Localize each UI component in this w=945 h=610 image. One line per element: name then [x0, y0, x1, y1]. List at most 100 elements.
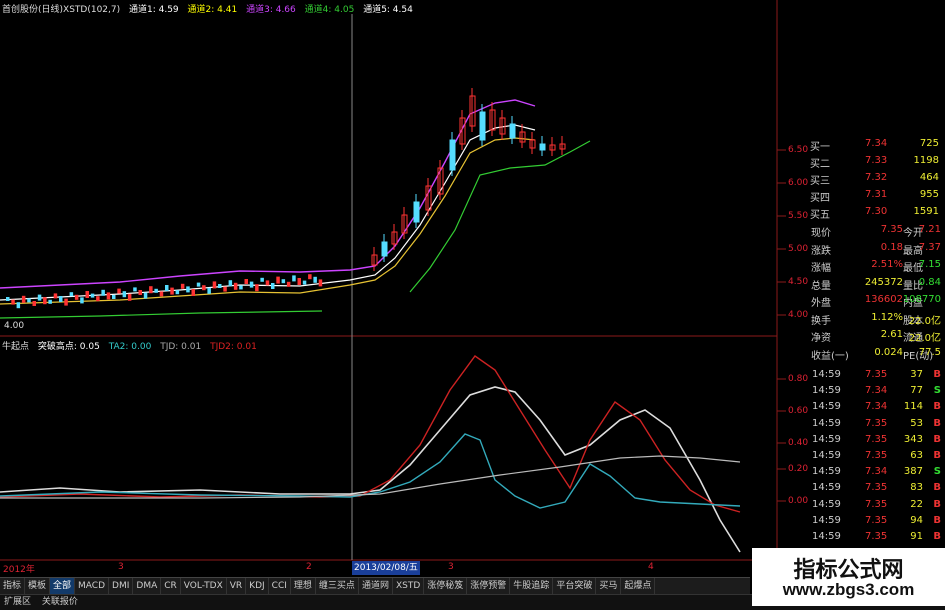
buy-level-row: 买三 7.32 464: [777, 172, 945, 188]
date-label: 3: [118, 562, 124, 572]
indicator-tab[interactable]: 模板: [25, 578, 51, 594]
tick-volume: 83: [910, 482, 923, 494]
indicator-tab[interactable]: CCI: [269, 578, 291, 594]
candle: [276, 276, 280, 284]
indicator-tab[interactable]: 牛股追踪: [510, 578, 554, 594]
candle: [271, 283, 275, 289]
indicator-tab[interactable]: VR: [227, 578, 247, 594]
quote-label: 外盘: [811, 298, 831, 309]
indicator-tab[interactable]: CR: [161, 578, 181, 594]
tick-time: 14:59: [812, 482, 841, 494]
candle: [260, 277, 264, 282]
tick-side: B: [933, 401, 941, 413]
tick-price: 7.35: [865, 433, 888, 445]
candle: [53, 293, 58, 299]
tick-row: 14:59 7.35 94 B: [777, 515, 945, 531]
quote-value: 7.35: [880, 224, 903, 235]
indicator-tab[interactable]: 涨停预警: [467, 578, 511, 594]
tick-side: B: [933, 482, 941, 494]
quote-value: 77.5: [918, 346, 941, 358]
quote-value: 7.21: [918, 224, 941, 235]
candle: [27, 298, 31, 303]
tab-related-quotes[interactable]: 关联报价: [38, 595, 82, 610]
candle: [186, 286, 190, 293]
tick-price: 7.35: [865, 482, 888, 494]
tick-price: 7.35: [865, 450, 888, 461]
tick-side: B: [933, 369, 941, 380]
candle: [265, 280, 270, 286]
candle: [228, 280, 233, 287]
candle: [191, 289, 195, 296]
indicator-tab[interactable]: MACD: [75, 578, 110, 594]
quote-row: 现价 7.35 今开 7.21: [777, 224, 945, 241]
quote-label: 涨幅: [811, 263, 831, 274]
quote-value: 7.37: [918, 241, 941, 253]
quote-label: 现价: [811, 228, 831, 239]
tick-price: 7.35: [865, 514, 888, 526]
buy-level-row: 买五 7.30 1591: [777, 206, 945, 222]
tick-side: B: [933, 417, 941, 429]
date-label: 2: [306, 562, 312, 572]
candle: [539, 143, 546, 151]
channel4-line-rising: [409, 140, 591, 293]
tick-time: 14:59: [812, 466, 841, 478]
indicator-tab[interactable]: 全部: [50, 578, 76, 594]
buy-level-volume: 955: [919, 189, 939, 200]
tick-row: 14:59 7.35 91 B: [777, 531, 945, 547]
tick-row: 14:59 7.34 114 B: [777, 401, 945, 417]
indicator-tab[interactable]: DMA: [133, 578, 162, 594]
indicator-tab[interactable]: 缠三买点: [316, 578, 359, 594]
indicator-tab[interactable]: 指标: [0, 578, 26, 594]
quote-label: 换手: [811, 315, 831, 327]
candle: [180, 283, 185, 289]
tick-row: 14:59 7.34 77 S: [777, 385, 945, 401]
candle: [239, 285, 243, 290]
indicator-tab[interactable]: 起爆点: [621, 578, 656, 594]
buy-level-row: 买四 7.31 955: [777, 189, 945, 205]
indicator-tab[interactable]: 通道网: [359, 578, 393, 594]
candle: [143, 292, 148, 299]
channel3-line: [0, 99, 536, 289]
candle: [64, 298, 68, 306]
buy-level-price: 7.34: [865, 138, 888, 149]
date-label: 2012年: [3, 565, 35, 575]
quote-value: 0.024: [874, 346, 903, 358]
candle: [69, 292, 74, 297]
tab-extension-area[interactable]: 扩展区: [0, 595, 35, 610]
tick-time: 14:59: [812, 514, 841, 526]
indicator-tab[interactable]: 平台突破: [553, 578, 597, 594]
candle: [6, 297, 10, 301]
candle: [59, 296, 63, 302]
tick-volume: 114: [903, 401, 923, 413]
candle: [106, 292, 111, 300]
tick-volume: 22: [910, 498, 923, 510]
quote-value: 0.18: [880, 241, 903, 253]
candle: [302, 280, 307, 285]
candle: [313, 276, 317, 283]
quote-row: 净资 2.61 流通 22.0亿: [777, 329, 945, 346]
quote-row: 涨幅 2.51% 最低 7.15: [777, 259, 945, 276]
quote-label: 涨跌: [811, 245, 831, 257]
candle: [117, 288, 121, 294]
quote-label: 总量: [811, 280, 831, 292]
indicator-tab[interactable]: VOL-TDX: [181, 578, 227, 594]
buy-level-volume: 1198: [913, 155, 939, 166]
indicator-tab[interactable]: DMI: [109, 578, 134, 594]
quote-value: 2.51%: [871, 259, 903, 270]
tick-volume: 53: [910, 417, 923, 429]
channel3-value: 通道3: 4.66: [246, 5, 296, 15]
tick-volume: 387: [903, 466, 923, 478]
tick-time: 14:59: [812, 385, 841, 397]
indicator-tab[interactable]: 买马: [596, 578, 622, 594]
candle: [149, 286, 153, 294]
indicator-tab[interactable]: KDJ: [246, 578, 269, 594]
ta2-line: [0, 433, 741, 509]
buy-level-price: 7.31: [865, 189, 888, 200]
candle: [479, 111, 486, 141]
indicator-tab[interactable]: 理想: [291, 578, 316, 594]
indicator-tab[interactable]: 涨停秘笈: [424, 578, 468, 594]
indicator-tab[interactable]: XSTD: [393, 578, 425, 594]
tick-time: 14:59: [812, 401, 841, 413]
candle: [381, 241, 388, 257]
candle: [138, 290, 142, 295]
